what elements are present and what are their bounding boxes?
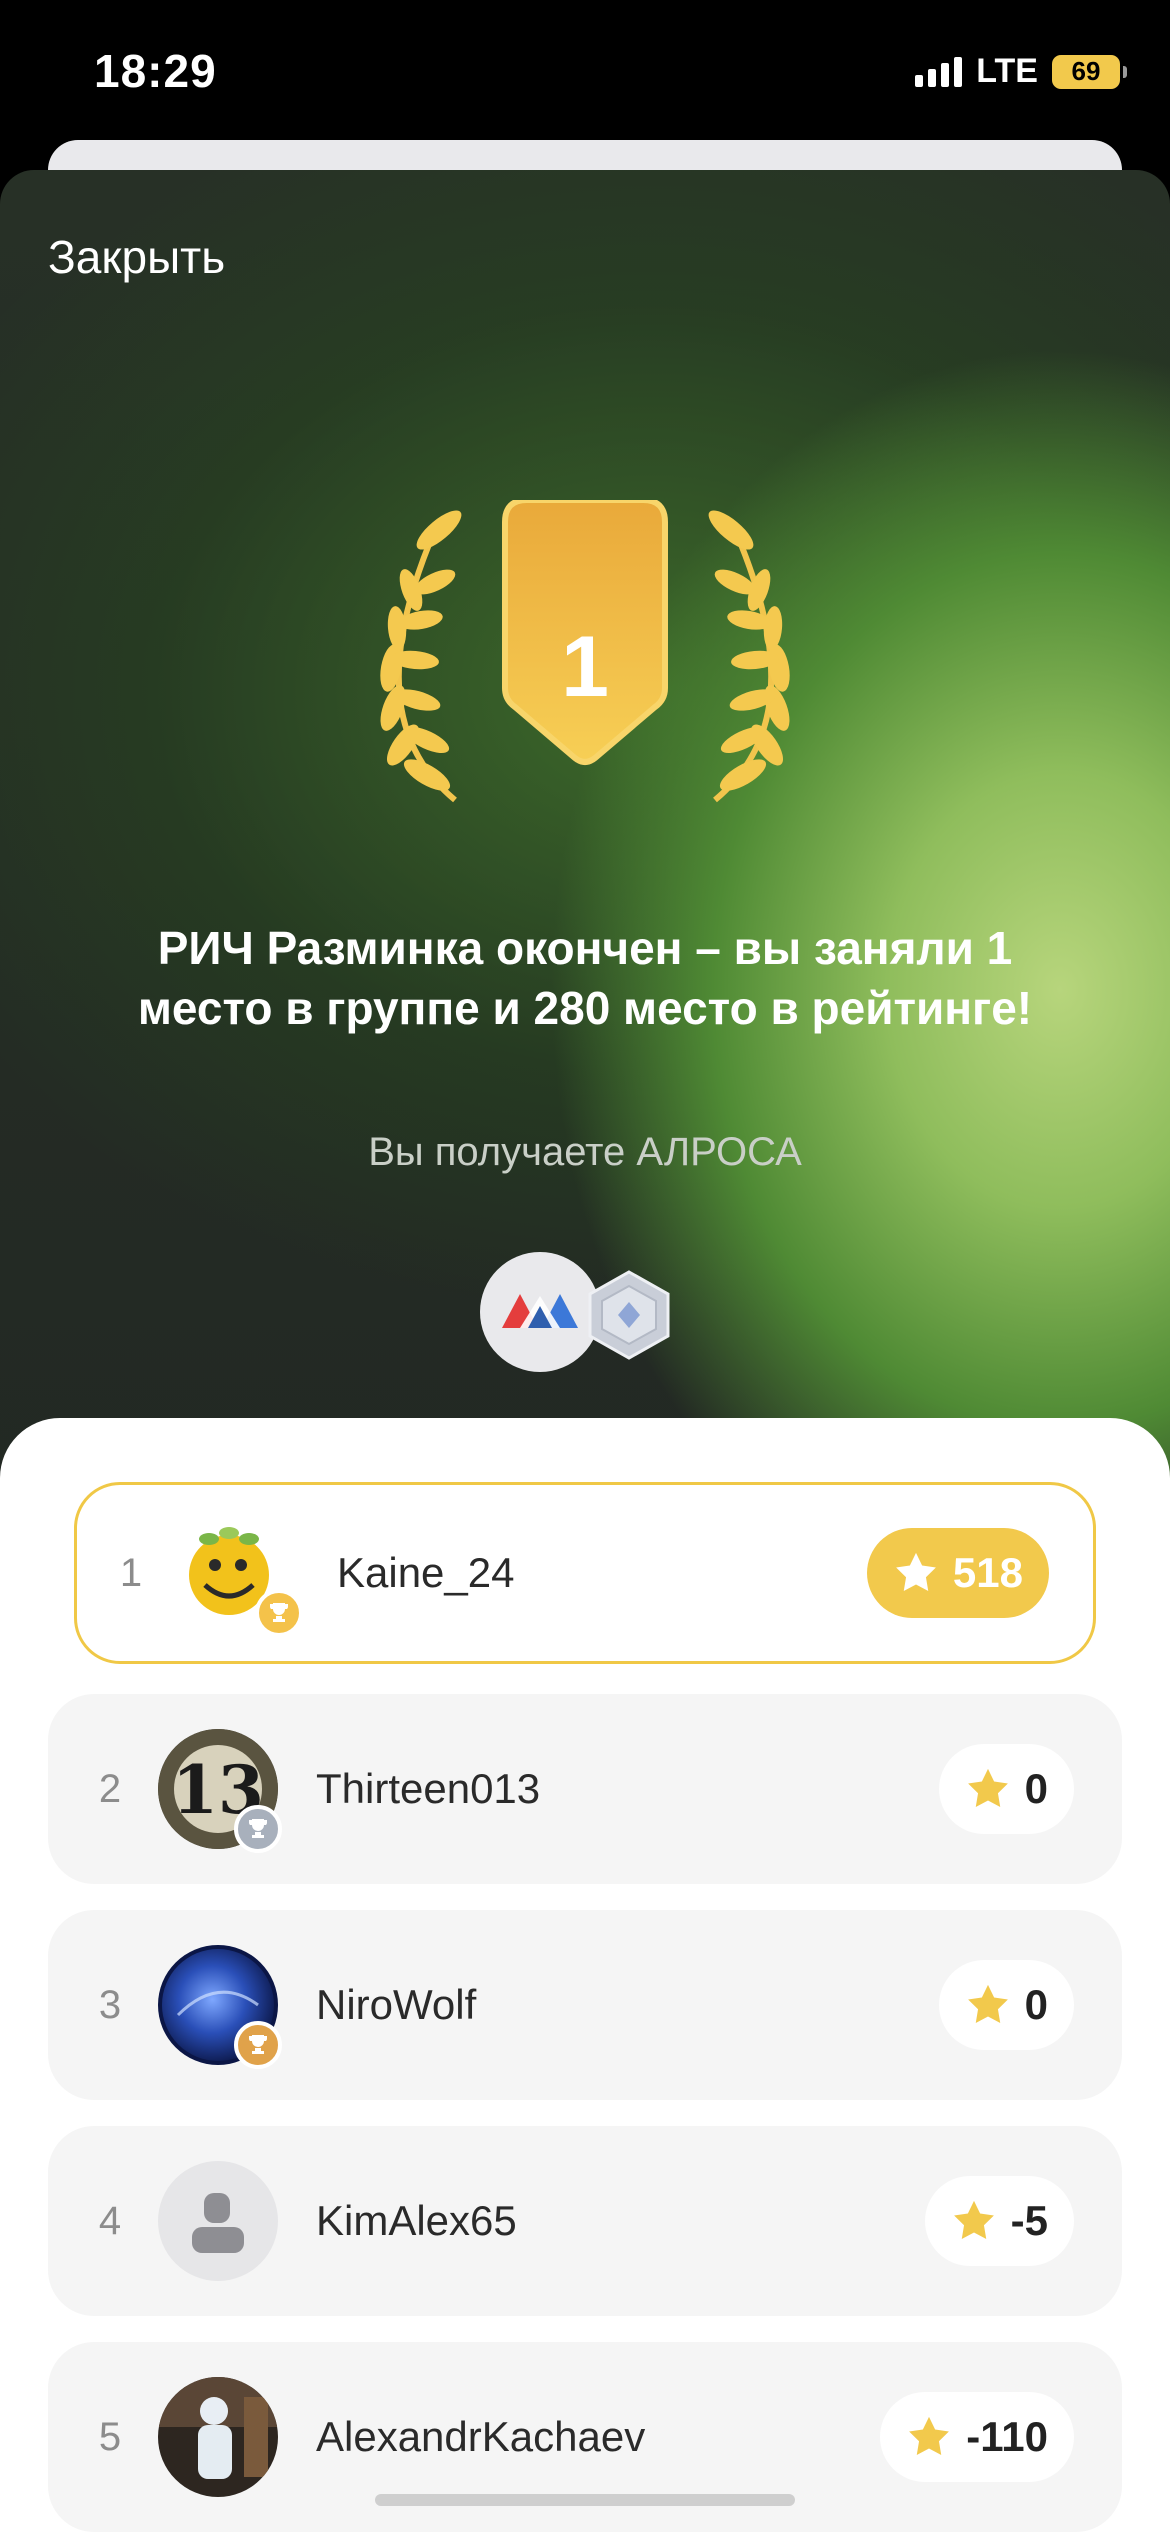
- star-icon: [906, 2415, 952, 2459]
- avatar-image: [158, 2377, 278, 2497]
- star-icon: [893, 1551, 939, 1595]
- award-badge: 1: [355, 497, 815, 810]
- battery-level: 69: [1071, 56, 1101, 86]
- score-value: -5: [1010, 2197, 1048, 2244]
- default-avatar-icon: [158, 2161, 278, 2281]
- star-icon: [965, 1983, 1011, 2027]
- row-rank: 4: [98, 2198, 122, 2243]
- avatar: [158, 2377, 278, 2497]
- status-bar: 18:29 LTE 69: [0, 0, 1170, 150]
- row-rank: 1: [119, 1550, 143, 1595]
- network-type: LTE: [976, 52, 1038, 90]
- row-rank: 3: [98, 1982, 122, 2027]
- reward-subline: Вы получаете АЛРОСА: [368, 1130, 802, 1174]
- score-badge: -5: [924, 2176, 1074, 2266]
- avatar: [158, 2161, 278, 2281]
- status-time: 18:29: [94, 45, 217, 97]
- row-username: NiroWolf: [316, 1981, 477, 2028]
- avatar: 13: [158, 1729, 282, 1853]
- row-username: KimAlex65: [316, 2197, 517, 2244]
- star-icon: [951, 2199, 997, 2243]
- score-value: 0: [1024, 1981, 1048, 2028]
- star-icon: [965, 1767, 1011, 1811]
- gold-trophy-icon: [255, 1589, 303, 1637]
- signal-icon: [915, 56, 963, 87]
- silver-trophy-icon: [234, 1805, 282, 1853]
- avatar: [158, 1945, 282, 2069]
- score-badge: 0: [938, 1744, 1074, 1834]
- leaderboard-row-current-user[interactable]: 1 Kaine_24 518: [74, 1482, 1096, 1664]
- leaderboard-row[interactable]: 3 NiroWolf 0: [48, 1910, 1122, 2100]
- close-button[interactable]: Закрыть: [48, 230, 225, 284]
- row-rank: 5: [98, 2414, 122, 2459]
- leaderboard-row[interactable]: 4 KimAlex65 -5: [48, 2126, 1122, 2316]
- row-rank: 2: [98, 1766, 122, 1811]
- result-headline: РИЧ Разминка окончен – вы заняли 1 место…: [137, 922, 1033, 1034]
- award-place-number: 1: [561, 619, 609, 715]
- score-value: 0: [1024, 1765, 1048, 1812]
- avatar: [179, 1513, 303, 1637]
- home-indicator[interactable]: [375, 2494, 795, 2506]
- reward-icons: [480, 1252, 680, 1376]
- row-username: Kaine_24: [337, 1549, 515, 1596]
- score-badge: -110: [880, 2392, 1074, 2482]
- silver-medal-icon: [584, 1270, 674, 1360]
- score-value: -110: [966, 2413, 1048, 2460]
- leaderboard-panel: 1 Kaine_24 518 2 13 Thirteen013 0 3 Niro…: [0, 1418, 1170, 2532]
- bronze-trophy-icon: [234, 2021, 282, 2069]
- score-badge: 518: [866, 1528, 1049, 1618]
- alrosa-logo-icon: [480, 1252, 600, 1372]
- battery-icon: 69: [1052, 54, 1127, 89]
- status-indicators: LTE 69: [915, 52, 1127, 91]
- leaderboard-row[interactable]: 2 13 Thirteen013 0: [48, 1694, 1122, 1884]
- score-badge: 0: [938, 1960, 1074, 2050]
- score-value: 518: [952, 1549, 1023, 1596]
- row-username: Thirteen013: [316, 1765, 541, 1812]
- row-username: AlexandrKachaev: [316, 2413, 646, 2460]
